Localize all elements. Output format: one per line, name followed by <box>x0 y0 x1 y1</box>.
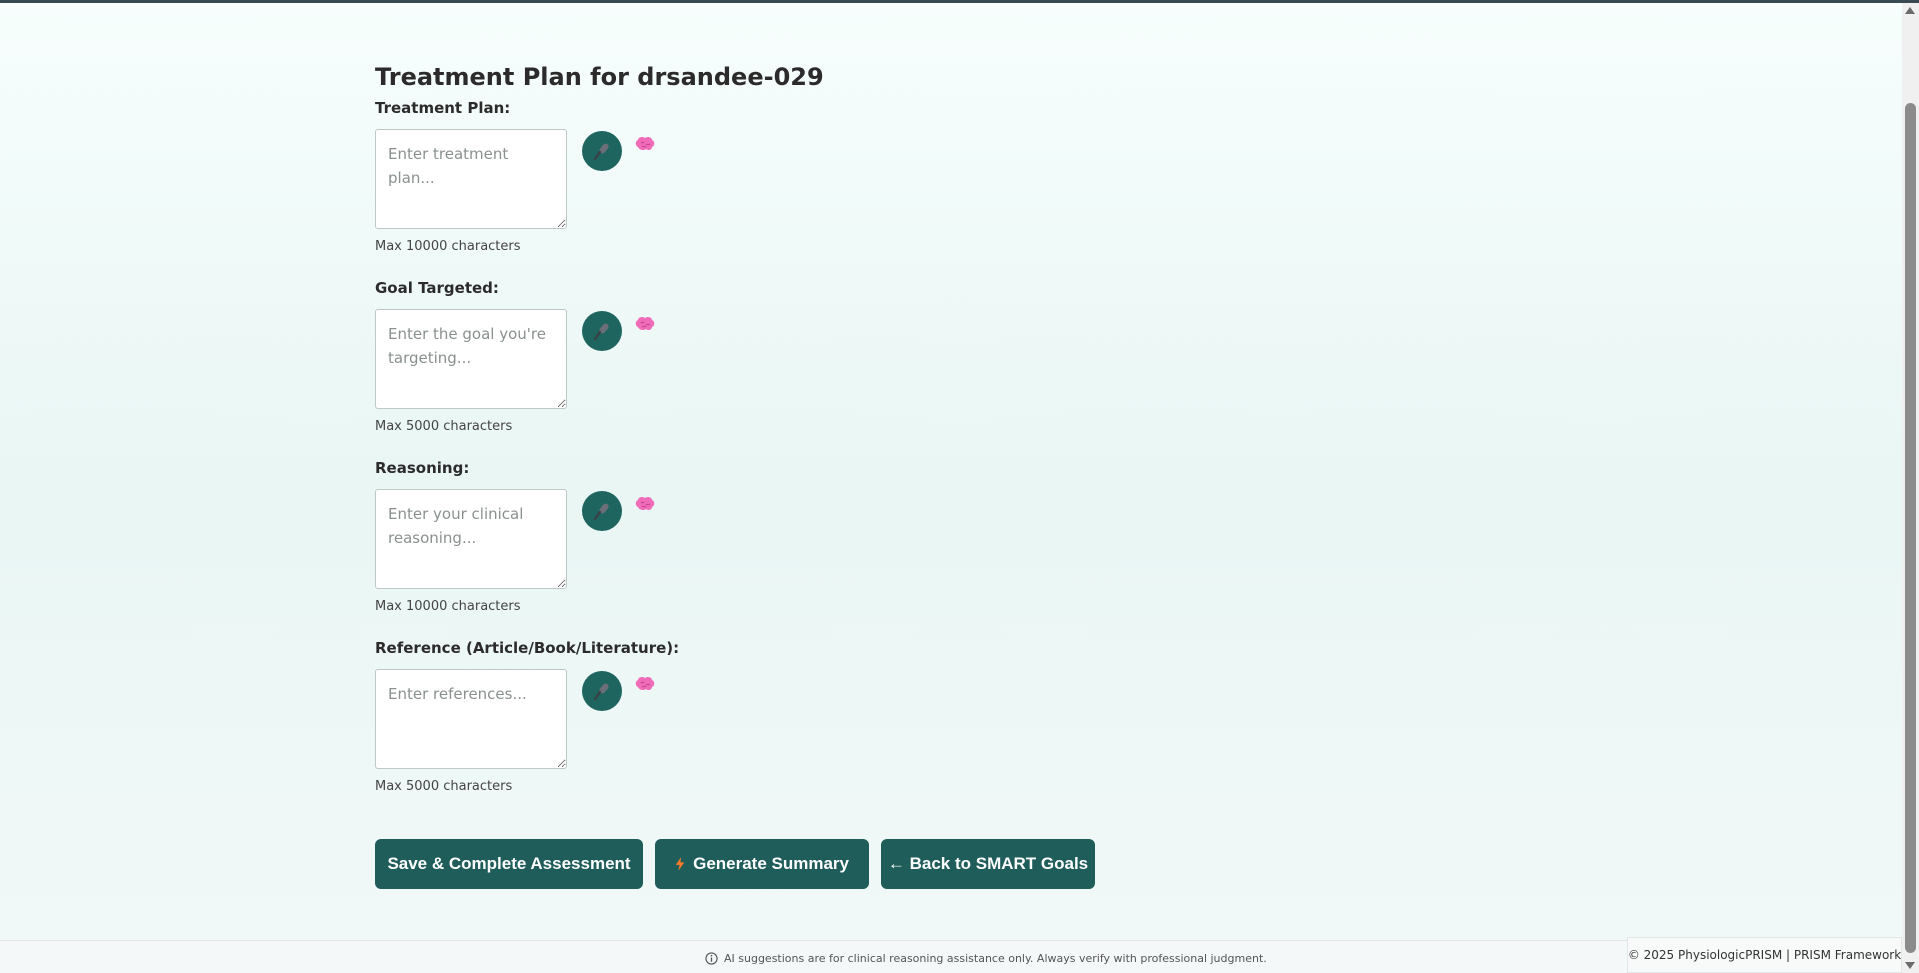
microphone-icon <box>593 143 609 161</box>
scroll-up-arrow[interactable] <box>1905 7 1915 14</box>
treatment-plan-hint: Max 10000 characters <box>375 239 521 254</box>
generate-summary-button[interactable]: Generate Summary <box>655 839 869 889</box>
lightning-icon <box>675 857 685 871</box>
microphone-icon <box>593 683 609 701</box>
vertical-scrollbar[interactable] <box>1902 3 1919 973</box>
info-icon <box>705 952 718 965</box>
goal-targeted-input[interactable] <box>375 309 567 409</box>
treatment-plan-voice-button[interactable] <box>582 131 622 171</box>
reference-voice-button[interactable] <box>582 671 622 711</box>
ai-disclaimer-text: AI suggestions are for clinical reasonin… <box>724 952 1267 965</box>
save-complete-button[interactable]: Save & Complete Assessment <box>375 839 643 889</box>
reference-hint: Max 5000 characters <box>375 779 513 794</box>
goal-targeted-voice-button[interactable] <box>582 311 622 351</box>
treatment-plan-label: Treatment Plan: <box>375 99 511 117</box>
brain-icon <box>635 496 655 511</box>
goal-targeted-hint: Max 5000 characters <box>375 419 513 434</box>
scroll-down-arrow[interactable] <box>1905 962 1915 969</box>
copyright: © 2025 PhysiologicPRISM | PRISM Framewor… <box>1627 937 1902 973</box>
copyright-text: © 2025 PhysiologicPRISM | PRISM Framewor… <box>1627 948 1902 962</box>
reasoning-input[interactable] <box>375 489 567 589</box>
reasoning-voice-button[interactable] <box>582 491 622 531</box>
goal-targeted-field: Goal Targeted: Max 5000 characters <box>375 279 1075 449</box>
reference-field: Reference (Article/Book/Literature): Max… <box>375 639 1075 809</box>
back-to-smart-goals-label: ← Back to SMART Goals <box>887 854 1089 873</box>
reasoning-hint: Max 10000 characters <box>375 599 521 614</box>
reference-input[interactable] <box>375 669 567 769</box>
scroll-thumb[interactable] <box>1905 103 1916 953</box>
reasoning-label: Reasoning: <box>375 459 470 477</box>
treatment-plan-input[interactable] <box>375 129 567 229</box>
goal-targeted-label: Goal Targeted: <box>375 279 499 297</box>
reference-ai-button[interactable] <box>632 675 658 697</box>
save-complete-label: Save & Complete Assessment <box>387 854 631 873</box>
brain-icon <box>635 316 655 331</box>
reasoning-field: Reasoning: Max 10000 characters <box>375 459 1075 629</box>
reference-label: Reference (Article/Book/Literature): <box>375 639 680 657</box>
generate-summary-label: Generate Summary <box>693 854 849 873</box>
microphone-icon <box>593 323 609 341</box>
treatment-plan-field: Treatment Plan: Max 10000 characters <box>375 99 1075 269</box>
microphone-icon <box>593 503 609 521</box>
reasoning-ai-button[interactable] <box>632 495 658 517</box>
brain-icon <box>635 136 655 151</box>
goal-targeted-ai-button[interactable] <box>632 315 658 337</box>
footer: AI suggestions are for clinical reasonin… <box>0 937 1902 973</box>
ai-disclaimer: AI suggestions are for clinical reasonin… <box>705 952 1267 965</box>
brain-icon <box>635 676 655 691</box>
back-to-smart-goals-button[interactable]: ← Back to SMART Goals <box>881 839 1095 889</box>
treatment-plan-ai-button[interactable] <box>632 135 658 157</box>
page-title: Treatment Plan for drsandee-029 <box>375 63 824 91</box>
form-actions: Save & Complete Assessment Generate Summ… <box>375 839 1095 889</box>
